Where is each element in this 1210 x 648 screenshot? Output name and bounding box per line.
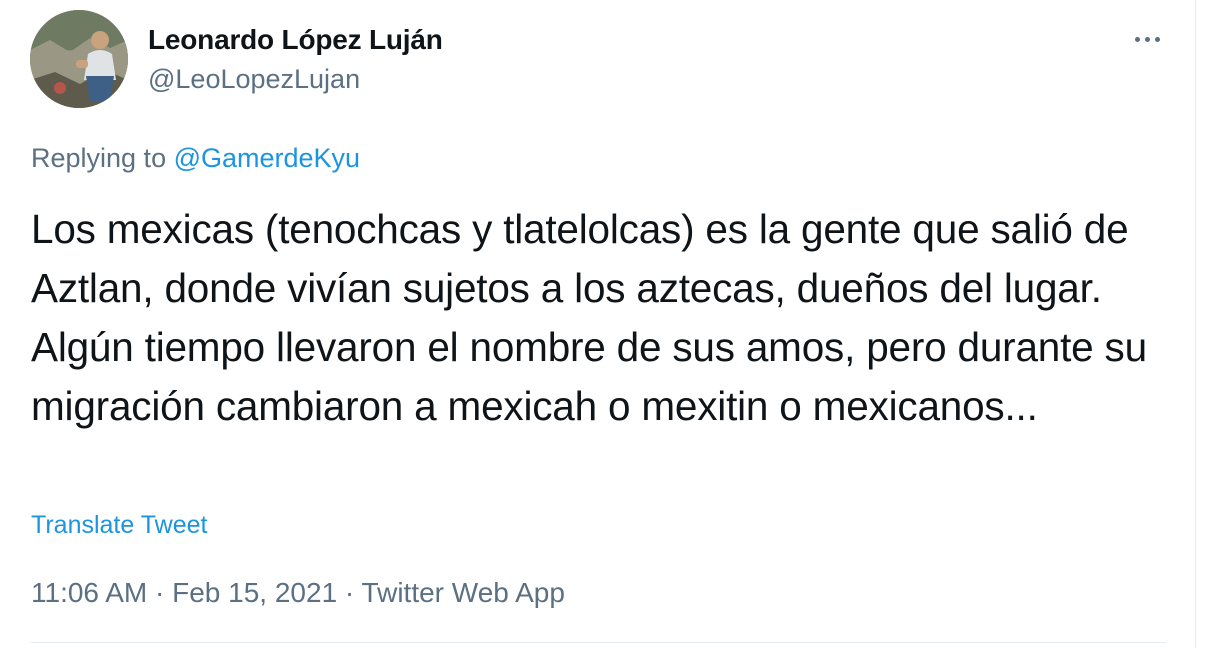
tweet-date[interactable]: Feb 15, 2021 (172, 577, 337, 608)
tweet-text: Los mexicas (tenochcas y tlatelolcas) es… (31, 206, 1147, 429)
more-horizontal-icon-dot (1154, 36, 1160, 42)
divider (31, 642, 1166, 643)
replying-to-prefix: Replying to (31, 143, 174, 173)
meta-separator: · (337, 577, 362, 608)
tweet-detail: Leonardo López Luján @LeoLopezLujan Repl… (0, 0, 1196, 648)
author-avatar[interactable] (30, 10, 128, 108)
profile-photo-icon (30, 10, 128, 108)
more-horizontal-icon (1134, 36, 1140, 42)
more-options-button[interactable] (1126, 22, 1168, 56)
translate-tweet-link[interactable]: Translate Tweet (31, 508, 207, 542)
tweet-time[interactable]: 11:06 AM (31, 577, 147, 608)
tweet-metadata: 11:06 AM · Feb 15, 2021 · Twitter Web Ap… (31, 574, 565, 612)
author-handle[interactable]: @LeoLopezLujan (148, 61, 360, 97)
reply-target-link[interactable]: @GamerdeKyu (174, 143, 360, 173)
replying-to: Replying to @GamerdeKyu (31, 139, 360, 177)
more-horizontal-icon-dot (1144, 36, 1150, 42)
meta-separator: · (147, 577, 173, 608)
tweet-source[interactable]: Twitter Web App (362, 577, 565, 608)
author-display-name[interactable]: Leonardo López Luján (148, 22, 443, 58)
